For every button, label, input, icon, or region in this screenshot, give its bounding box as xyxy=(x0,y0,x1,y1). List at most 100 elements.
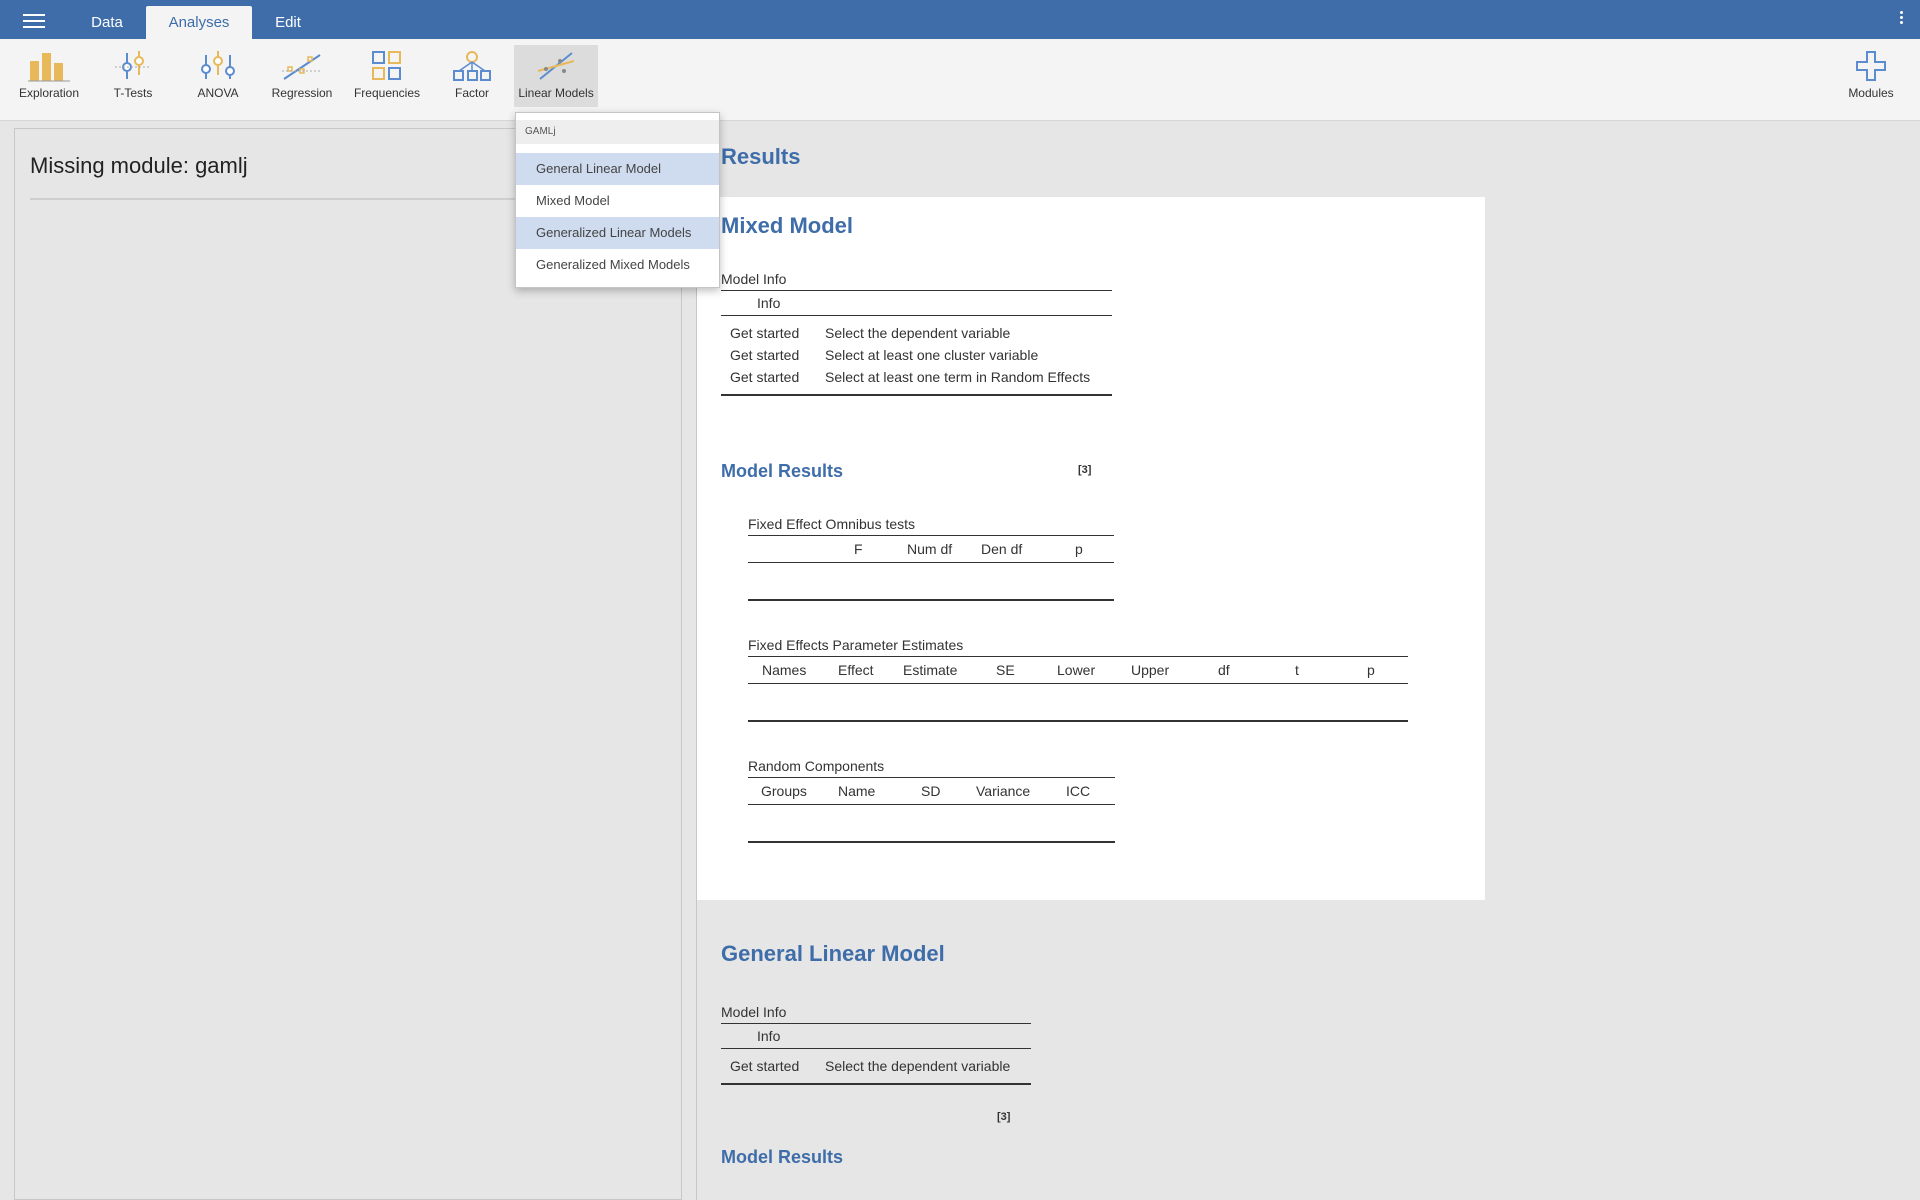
omnibus-tests-table: Fixed Effect Omnibus tests F Num df Den … xyxy=(748,513,1114,601)
anova-button[interactable]: ANOVA xyxy=(176,45,260,107)
column-header: Lower xyxy=(1057,662,1096,678)
model-results-title: Model Results xyxy=(721,461,844,481)
mixed-model-title: Mixed Model xyxy=(721,213,854,238)
table-header: Names Effect Estimate SE Lower Upper df … xyxy=(748,657,1408,683)
glm-model-info-table: Model Info Info Get started Select the d… xyxy=(721,1001,1031,1123)
table-cell: Get started xyxy=(730,347,800,363)
column-header: Upper xyxy=(1131,662,1170,678)
more-options-icon[interactable] xyxy=(1897,11,1905,29)
column-header: Names xyxy=(762,662,807,678)
table-cell: Get started xyxy=(730,369,800,385)
column-header: SD xyxy=(921,783,941,799)
column-header: Info xyxy=(757,1028,781,1044)
exploration-button[interactable]: Exploration xyxy=(7,45,91,107)
tab-analyses[interactable]: Analyses xyxy=(146,6,252,39)
table-caption: Random Components xyxy=(748,758,885,774)
column-header: ICC xyxy=(1066,783,1091,799)
top-tab-bar: Data Analyses Edit xyxy=(0,0,1920,39)
table-row: Get started Select at least one term in … xyxy=(721,366,1112,388)
t-tests-label: T-Tests xyxy=(113,86,153,100)
regression-label: Regression xyxy=(271,86,333,100)
results-panel[interactable]: Results Mixed Model Model Info Info Get … xyxy=(696,128,1920,1200)
table-footnote: [3] xyxy=(1078,464,1092,476)
mixed-model-card[interactable]: Mixed Model Model Info Info Get started … xyxy=(697,197,1485,900)
exploration-label: Exploration xyxy=(18,86,80,100)
column-header: Groups xyxy=(761,783,807,799)
menu-item-mixed-model[interactable]: Mixed Model xyxy=(516,185,719,217)
menu-item-generalized-linear-models[interactable]: Generalized Linear Models xyxy=(516,217,719,249)
dropdown-group-label: GAMLj xyxy=(516,120,719,144)
column-header: Estimate xyxy=(903,662,958,678)
column-header: SE xyxy=(996,662,1015,678)
column-header: F xyxy=(854,541,863,557)
t-tests-button[interactable]: T-Tests xyxy=(91,45,175,107)
regression-button[interactable]: Regression xyxy=(260,45,344,107)
table-row: Get started Select the dependent variabl… xyxy=(721,1055,1031,1077)
table-caption: Model Info xyxy=(721,1004,787,1020)
column-header: t xyxy=(1295,662,1299,678)
t-tests-icon xyxy=(115,51,151,79)
table-rule xyxy=(748,720,1408,722)
modules-button[interactable]: Modules xyxy=(1829,45,1913,107)
table-cell: Select the dependent variable xyxy=(825,325,1011,341)
linear-models-button[interactable]: Linear Models xyxy=(514,45,598,107)
table-cell: Select at least one cluster variable xyxy=(825,347,1039,363)
glm-model-results-title: Model Results xyxy=(721,1147,844,1167)
parameter-estimates-table: Fixed Effects Parameter Estimates Names … xyxy=(748,634,1408,722)
table-header: F Num df Den df p xyxy=(748,536,1114,562)
column-header: Name xyxy=(838,783,876,799)
table-row: Get started Select at least one cluster … xyxy=(721,344,1112,366)
column-header: p xyxy=(1367,662,1375,678)
table-header: Info xyxy=(721,291,1112,315)
linear-models-dropdown: GAMLj General Linear Model Mixed Model G… xyxy=(515,112,720,288)
tab-data[interactable]: Data xyxy=(74,6,140,39)
frequencies-label: Frequencies xyxy=(353,86,421,100)
factor-icon xyxy=(453,51,491,81)
tab-edit[interactable]: Edit xyxy=(258,6,318,39)
table-caption: Fixed Effect Omnibus tests xyxy=(748,516,916,532)
table-cell: Select the dependent variable xyxy=(825,1058,1011,1074)
column-header: p xyxy=(1075,541,1083,557)
random-components-table: Random Components Groups Name SD Varianc… xyxy=(748,755,1115,843)
table-caption: Fixed Effects Parameter Estimates xyxy=(748,637,964,653)
exploration-icon xyxy=(28,53,70,82)
menu-item-general-linear-model[interactable]: General Linear Model xyxy=(516,153,719,185)
column-header: Den df xyxy=(981,541,1023,557)
table-rule xyxy=(748,841,1115,843)
table-cell: Get started xyxy=(730,325,800,341)
column-header: Info xyxy=(757,295,781,311)
table-cell: Select at least one term in Random Effec… xyxy=(825,369,1091,385)
table-cell: Get started xyxy=(730,1058,800,1074)
regression-icon xyxy=(282,54,322,80)
plus-icon xyxy=(1856,51,1886,81)
table-header: Groups Name SD Variance ICC xyxy=(748,778,1115,804)
table-caption: Model Info xyxy=(721,271,787,287)
column-header: Variance xyxy=(976,783,1031,799)
anova-icon xyxy=(201,51,235,79)
column-header: df xyxy=(1218,662,1230,678)
table-footnote: [3] xyxy=(997,1111,1011,1123)
factor-label: Factor xyxy=(454,86,489,100)
frequencies-icon xyxy=(372,51,401,80)
linear-models-icon xyxy=(537,52,575,80)
table-rule xyxy=(721,394,1112,396)
table-header: Info xyxy=(721,1024,1031,1048)
frequencies-button[interactable]: Frequencies xyxy=(345,45,429,107)
anova-label: ANOVA xyxy=(197,86,239,100)
analyses-ribbon: Exploration T-Tests ANOVA Regression Fre… xyxy=(0,39,1920,121)
column-header: Effect xyxy=(838,662,874,678)
column-header: Num df xyxy=(907,541,953,557)
hamburger-menu-icon[interactable] xyxy=(20,11,48,31)
menu-item-generalized-mixed-models[interactable]: Generalized Mixed Models xyxy=(516,249,719,281)
modules-label: Modules xyxy=(1848,86,1894,100)
missing-module-title: Missing module: gamlj xyxy=(30,153,248,178)
results-heading: Results xyxy=(721,144,801,169)
table-row: Get started Select the dependent variabl… xyxy=(721,322,1112,344)
linear-models-label: Linear Models xyxy=(518,86,594,100)
general-linear-model-title: General Linear Model xyxy=(721,941,945,966)
table-rule xyxy=(721,1083,1031,1085)
mixed-model-info-table: Model Info Info Get started Select the d… xyxy=(721,268,1112,476)
factor-button[interactable]: Factor xyxy=(430,45,514,107)
options-panel: Missing module: gamlj xyxy=(14,128,682,1200)
table-rule xyxy=(748,599,1114,601)
